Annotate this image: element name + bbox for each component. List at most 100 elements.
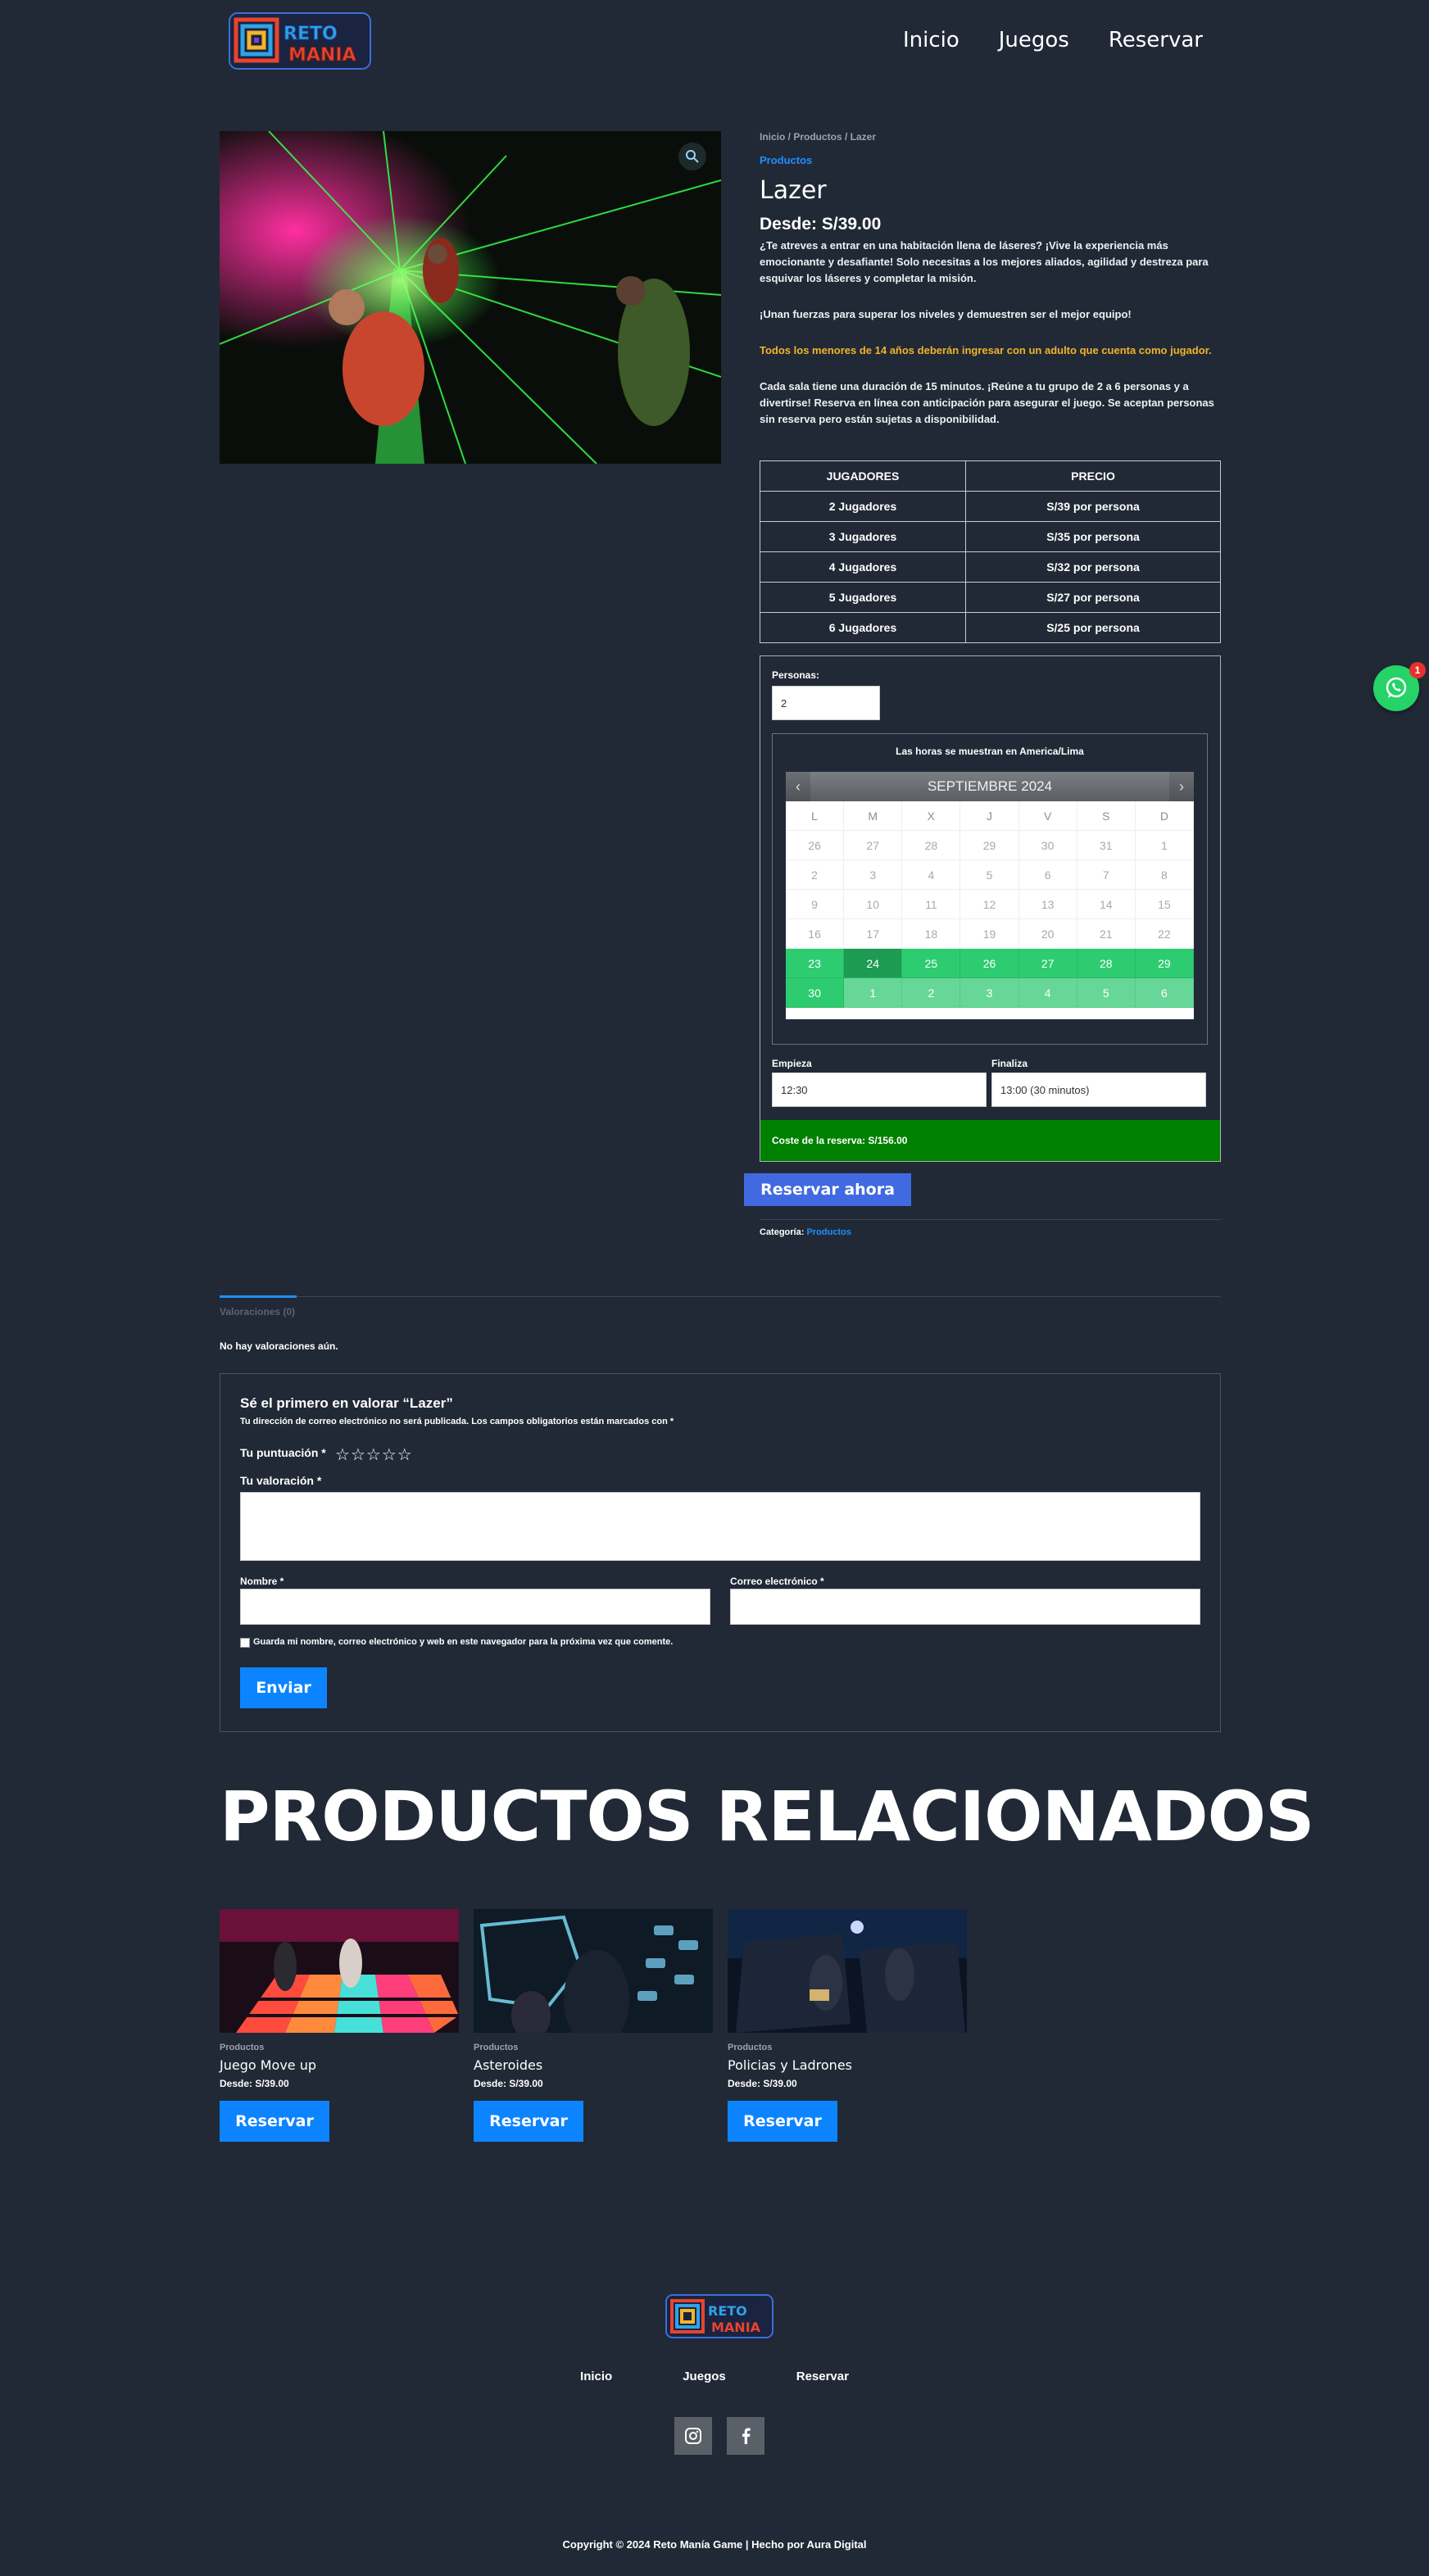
review-textarea[interactable] <box>240 1492 1200 1561</box>
name-field[interactable] <box>240 1589 710 1625</box>
email-field[interactable] <box>730 1589 1200 1625</box>
product-image[interactable] <box>220 131 721 464</box>
calendar-day: 21 <box>1077 919 1136 949</box>
reserve-button[interactable]: Reservar <box>220 2101 329 2142</box>
calendar-day-next-month[interactable]: 2 <box>902 978 961 1008</box>
table-cell: 6 Jugadores <box>760 612 966 643</box>
calendar-day: 27 <box>844 831 903 860</box>
product-card-image[interactable] <box>728 1909 967 2033</box>
footer-logo[interactable]: RETO MANIA <box>665 2294 773 2338</box>
product-card-name[interactable]: Policias y Ladrones <box>728 2057 967 2073</box>
end-time-select[interactable]: 13:00 (30 minutos) <box>991 1073 1206 1107</box>
table-row: 3 Jugadores S/35 por persona <box>760 521 1221 552</box>
calendar-day-next-month[interactable]: 4 <box>1018 978 1077 1008</box>
calendar-day-next-month[interactable]: 1 <box>844 978 903 1008</box>
product-meta: Categoría: Productos <box>760 1227 851 1237</box>
timezone-note: Las horas se muestran en America/Lima <box>896 746 1084 757</box>
footer-nav-reservar[interactable]: Reservar <box>796 2370 849 2383</box>
weekday-label: J <box>960 801 1019 831</box>
reserve-button[interactable]: Reservar <box>728 2101 837 2142</box>
product-card-category: Productos <box>474 2043 519 2052</box>
category-meta-link[interactable]: Productos <box>806 1227 851 1237</box>
star-icon[interactable]: ☆ <box>335 1446 351 1464</box>
save-info-checkbox[interactable] <box>240 1638 250 1648</box>
email-label: Correo electrónico * <box>730 1576 824 1587</box>
table-row: 6 Jugadores S/25 por persona <box>760 612 1221 643</box>
review-label: Tu valoración * <box>240 1474 322 1487</box>
reserve-button[interactable]: Reservar <box>474 2101 583 2142</box>
product-card: Productos Policias y Ladrones Desde: S/3… <box>728 1909 967 2142</box>
calendar-day: 19 <box>960 919 1019 949</box>
persons-input[interactable]: 2 <box>772 686 880 720</box>
product-card-image[interactable] <box>474 1909 713 2033</box>
calendar-week: 30 1 2 3 4 5 6 <box>786 978 1194 1008</box>
nav-item-juegos[interactable]: Juegos <box>999 28 1069 52</box>
weekday-label: M <box>844 801 903 831</box>
product-card-name[interactable]: Asteroides <box>474 2057 713 2073</box>
footer-nav-inicio[interactable]: Inicio <box>580 2370 612 2383</box>
calendar-day-available[interactable]: 25 <box>902 949 961 978</box>
facebook-button[interactable] <box>727 2417 764 2455</box>
footer-nav-juegos[interactable]: Juegos <box>683 2370 726 2383</box>
zoom-button[interactable] <box>678 143 706 170</box>
calendar-day-next-month[interactable]: 6 <box>1135 978 1194 1008</box>
nav-item-reservar[interactable]: Reservar <box>1109 28 1203 52</box>
calendar-day-next-month[interactable]: 3 <box>960 978 1019 1008</box>
calendar-day-next-month[interactable]: 5 <box>1077 978 1136 1008</box>
start-time-select[interactable]: 12:30 <box>772 1073 987 1107</box>
table-cell: S/25 por persona <box>965 612 1221 643</box>
no-reviews-text: No hay valoraciones aún. <box>220 1340 338 1352</box>
whatsapp-button[interactable]: 1 <box>1373 662 1426 711</box>
calendar-grid: L M X J V S D 26 27 28 29 30 31 1 2 3 4 <box>786 801 1194 1019</box>
book-now-button[interactable]: Reservar ahora <box>744 1173 911 1206</box>
category-link[interactable]: Productos <box>760 154 1221 166</box>
star-icon[interactable]: ☆ <box>397 1446 413 1464</box>
product-card-category: Productos <box>728 2043 773 2052</box>
submit-review-button[interactable]: Enviar <box>240 1667 327 1708</box>
star-rating[interactable]: ☆☆☆☆☆ <box>335 1444 413 1465</box>
nav-item-inicio[interactable]: Inicio <box>903 28 959 52</box>
price-table: JUGADORES PRECIO 2 Jugadores S/39 por per… <box>760 460 1221 643</box>
prev-month-button[interactable]: ‹ <box>786 772 810 801</box>
site-logo[interactable]: RETO MANIA <box>228 11 372 70</box>
calendar-day-available[interactable]: 29 <box>1135 949 1194 978</box>
product-card-category: Productos <box>220 2043 265 2052</box>
calendar-panel: Las horas se muestran en America/Lima ‹ … <box>772 733 1208 1045</box>
calendar-day: 20 <box>1018 919 1077 949</box>
calendar-day: 10 <box>844 890 903 919</box>
svg-text:RETO: RETO <box>284 24 338 44</box>
calendar-month: SEPTIEMBRE 2024 <box>927 778 1053 794</box>
calendar-day-available[interactable]: 30 <box>786 978 845 1008</box>
next-month-button[interactable]: › <box>1169 772 1194 801</box>
calendar-day: 14 <box>1077 890 1136 919</box>
star-icon[interactable]: ☆ <box>366 1446 382 1464</box>
calendar-day: 9 <box>786 890 845 919</box>
category-label: Categoría: <box>760 1227 805 1237</box>
instagram-button[interactable] <box>674 2417 712 2455</box>
table-cell: 5 Jugadores <box>760 582 966 613</box>
calendar-day-available[interactable]: 27 <box>1018 949 1077 978</box>
age-warning: Todos los menores de 14 años deberán ing… <box>760 344 1212 356</box>
active-tab-indicator <box>220 1295 297 1298</box>
product-card-image[interactable] <box>220 1909 459 2033</box>
calendar-day-available[interactable]: 26 <box>960 949 1019 978</box>
calendar-day: 5 <box>960 860 1019 890</box>
svg-text:MANIA: MANIA <box>711 2320 761 2335</box>
product-card-name[interactable]: Juego Move up <box>220 2057 459 2073</box>
calendar-week: 16 17 18 19 20 21 22 <box>786 919 1194 949</box>
notification-badge: 1 <box>1409 662 1426 678</box>
calendar-day: 22 <box>1135 919 1194 949</box>
calendar-day-available[interactable]: 28 <box>1077 949 1136 978</box>
review-form: Sé el primero en valorar “Lazer” Tu dire… <box>220 1373 1221 1732</box>
calendar-day-available[interactable]: 23 <box>786 949 845 978</box>
rating-label: Tu puntuación * <box>240 1446 326 1459</box>
description-paragraph: ¡Unan fuerzas para superar los niveles y… <box>760 308 1132 320</box>
whatsapp-icon <box>1386 677 1407 698</box>
chevron-left-icon: ‹ <box>796 778 801 795</box>
star-icon[interactable]: ☆ <box>351 1446 366 1464</box>
calendar-day: 8 <box>1135 860 1194 890</box>
svg-text:MANIA: MANIA <box>288 45 356 66</box>
tab-reviews[interactable]: Valoraciones (0) <box>220 1306 295 1317</box>
star-icon[interactable]: ☆ <box>382 1446 397 1464</box>
calendar-day-selected[interactable]: 24 <box>844 949 903 978</box>
